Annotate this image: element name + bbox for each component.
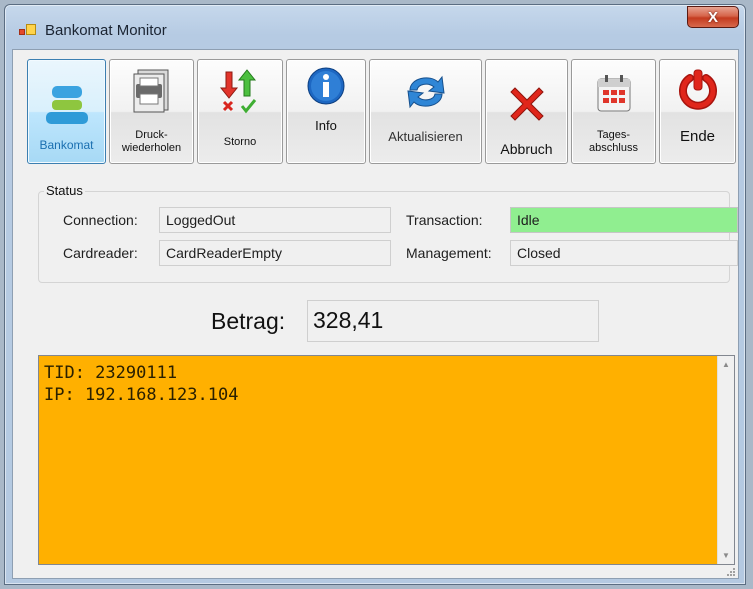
close-icon: X <box>707 8 718 26</box>
scroll-up-icon[interactable]: ▲ <box>718 356 734 373</box>
cardreader-field: CardReaderEmpty <box>159 240 391 266</box>
title-bar[interactable]: Bankomat Monitor X <box>5 5 745 47</box>
reprint-label-1: Druck- <box>135 129 168 141</box>
window-title: Bankomat Monitor <box>45 22 167 39</box>
toolbar: Bankomat Druck- wiederholen Storno Info … <box>27 59 737 165</box>
log-scrollbar[interactable]: ▲ ▼ <box>717 356 734 564</box>
storno-label: Storno <box>223 136 257 148</box>
printer-icon <box>133 69 168 113</box>
cardreader-label: Cardreader: <box>63 245 138 261</box>
app-window: Bankomat Monitor X Bankomat Druck- wiede… <box>4 4 746 585</box>
status-group-title: Status <box>44 183 85 198</box>
log-line-tid: TID: 23290111 <box>44 363 178 383</box>
daily-closing-label-1: Tages- <box>596 129 631 141</box>
bankomat-logo-icon <box>45 86 88 124</box>
close-button[interactable]: X <box>687 6 739 28</box>
connection-label: Connection: <box>63 212 138 228</box>
client-area: Bankomat Druck- wiederholen Storno Info … <box>12 49 739 579</box>
refresh-label: Aktualisieren <box>388 129 463 144</box>
bankomat-label: Bankomat <box>39 138 94 152</box>
transaction-field: Idle <box>510 207 738 233</box>
end-button[interactable]: Ende <box>659 59 736 164</box>
abort-button[interactable]: Abbruch <box>485 59 568 164</box>
info-button[interactable]: Info <box>286 59 366 164</box>
transaction-label: Transaction: <box>406 212 483 228</box>
refresh-button[interactable]: Aktualisieren <box>369 59 482 164</box>
resize-grip-icon[interactable] <box>725 566 735 576</box>
daily-closing-label-2: abschluss <box>589 142 638 154</box>
status-groupbox <box>38 191 730 283</box>
calendar-icon <box>597 75 630 112</box>
storno-button[interactable]: Storno <box>197 59 283 164</box>
log-text: TID: 23290111 IP: 192.168.123.104 <box>44 362 238 406</box>
daily-closing-button[interactable]: Tages- abschluss <box>571 59 656 164</box>
info-label: Info <box>315 118 337 133</box>
end-label: Ende <box>679 128 716 145</box>
log-textbox[interactable]: TID: 23290111 IP: 192.168.123.104 ▲ ▼ <box>38 355 735 565</box>
reprint-label-2: wiederholen <box>121 142 182 154</box>
scroll-down-icon[interactable]: ▼ <box>718 547 734 564</box>
app-icon[interactable] <box>19 23 37 37</box>
info-icon <box>307 67 345 105</box>
power-icon <box>678 69 717 110</box>
bankomat-button[interactable]: Bankomat <box>27 59 106 164</box>
reprint-button[interactable]: Druck- wiederholen <box>109 59 194 164</box>
amount-label: Betrag: <box>211 308 286 334</box>
connection-field: LoggedOut <box>159 207 391 233</box>
management-field: Closed <box>510 240 738 266</box>
abort-label: Abbruch <box>500 141 553 157</box>
management-label: Management: <box>406 245 492 261</box>
amount-field: 328,41 <box>307 300 599 342</box>
log-line-ip: IP: 192.168.123.104 <box>44 385 239 405</box>
refresh-icon <box>406 75 445 109</box>
storno-arrows-icon <box>219 69 257 114</box>
red-x-icon <box>509 87 544 121</box>
